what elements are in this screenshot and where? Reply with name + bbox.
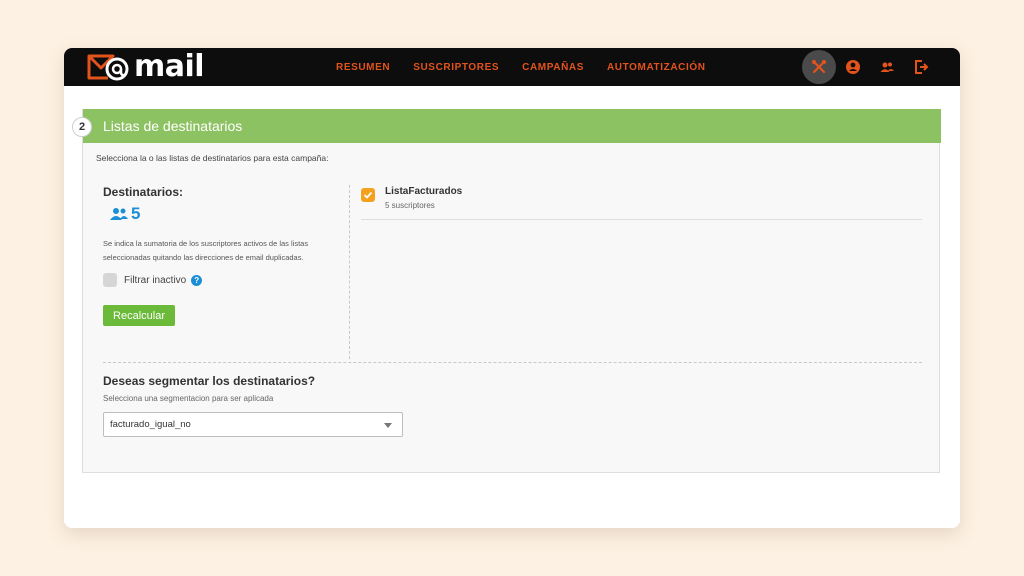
account-button[interactable] [836,50,870,84]
filter-inactive-checkbox[interactable] [103,273,117,287]
nav-resumen[interactable]: RESUMEN [336,62,390,73]
logout-icon [915,60,929,74]
nav-suscriptores[interactable]: SUSCRIPTORES [413,62,499,73]
list-item[interactable]: ListaFacturados 5 suscriptores [361,185,922,220]
users-button[interactable] [870,50,904,84]
panel-header: 2 Listas de destinatarios [72,109,941,143]
users-icon [880,62,894,72]
recipients-description: Se indica la sumatoria de los suscriptor… [103,239,309,262]
segmentation-selected-value: facturado_igual_no [110,419,191,430]
list-checkbox[interactable] [361,188,375,202]
toolbar-icons [802,50,938,84]
segmentation-title: Deseas segmentar los destinatarios? [103,374,316,388]
filter-inactive-label: Filtrar inactivo [124,274,187,286]
chevron-down-icon [384,423,392,428]
users-icon [110,208,128,220]
check-icon [363,191,373,199]
step-badge: 2 [72,117,92,137]
email-at-logo-icon [87,54,129,81]
recipients-count: 5 [109,204,140,224]
recipients-label: Destinatarios: [103,185,184,199]
segmentation-subtitle: Selecciona una segmentacion para ser apl… [103,394,274,403]
horizontal-divider [103,362,922,363]
logout-button[interactable] [904,50,938,84]
main-nav: RESUMEN SUSCRIPTORES CAMPAÑAS AUTOMATIZA… [336,48,729,86]
help-icon[interactable]: ? [191,274,203,286]
list-subscribers: 5 suscriptores [385,201,435,210]
logo-text: mail [134,49,205,84]
recipients-panel: 2 Listas de destinatarios Selecciona la … [72,109,941,473]
instructions-text: Selecciona la o las listas de destinatar… [96,153,329,163]
vertical-divider [349,185,350,359]
tools-button[interactable] [802,50,836,84]
list-name: ListaFacturados [385,186,463,197]
recalculate-button[interactable]: Recalcular [103,305,175,326]
segmentation-select[interactable]: facturado_igual_no [103,412,403,437]
logo[interactable]: mail [86,49,205,84]
account-icon [846,60,860,74]
top-navbar: mail RESUMEN SUSCRIPTORES CAMPAÑAS AUTOM… [64,48,960,86]
panel-title: Listas de destinatarios [103,118,243,134]
recipients-count-value: 5 [131,204,141,223]
tools-icon [812,60,826,74]
nav-automatizacion[interactable]: AUTOMATIZACIÓN [607,62,706,73]
filter-inactive-row: Filtrar inactivo ? [103,273,203,287]
nav-campanas[interactable]: CAMPAÑAS [522,62,584,73]
app-window: mail RESUMEN SUSCRIPTORES CAMPAÑAS AUTOM… [64,48,960,528]
